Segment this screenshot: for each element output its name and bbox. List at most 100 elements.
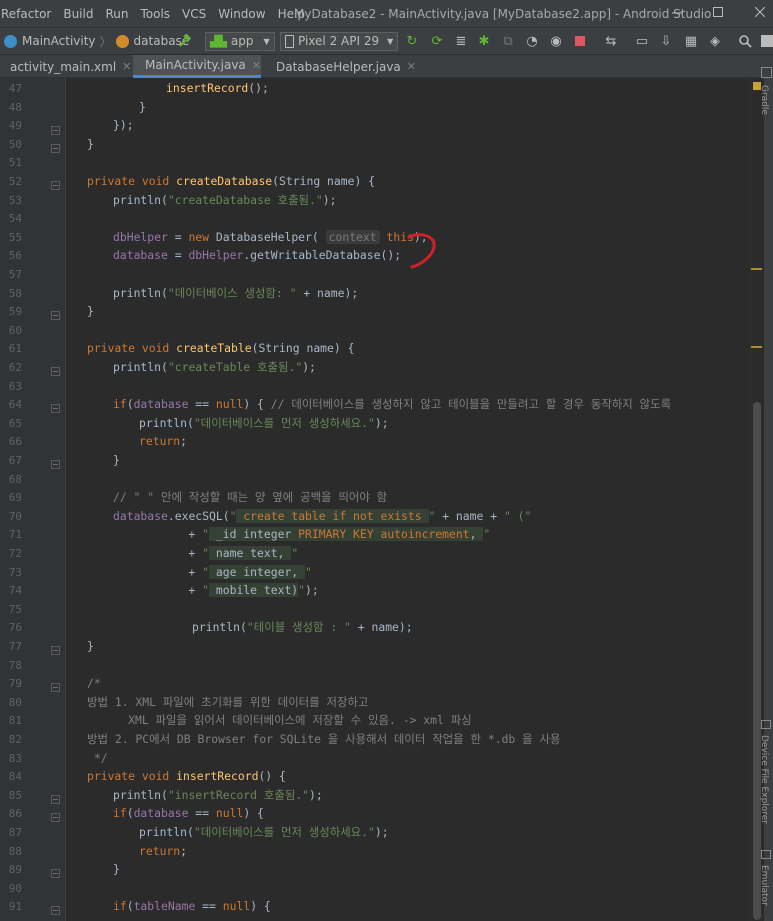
device-select[interactable]: Pixel 2 API 29 ▼ <box>280 28 399 54</box>
fold-icon[interactable] <box>51 906 60 915</box>
code-line: 방법 1. XML 파일에 초기화를 위한 데이터를 저장하고 <box>87 694 369 709</box>
line-number: 77 <box>8 640 22 653</box>
code-line: if(database == null) { // 데이터베이스를 생성하지 않… <box>113 397 672 412</box>
line-number: 75 <box>8 602 22 616</box>
vertical-scrollbar[interactable] <box>753 402 761 920</box>
line-number: 63 <box>8 379 22 393</box>
code-line: } <box>113 862 120 877</box>
tab-main-activity[interactable]: MainActivity.java ✕ <box>133 55 261 78</box>
close-tab-icon[interactable]: ✕ <box>407 60 416 73</box>
sdk-manager-icon[interactable]: ⇩ <box>657 32 675 50</box>
fold-icon[interactable] <box>51 311 60 320</box>
sync-icon[interactable]: ⇆ <box>602 32 620 50</box>
line-number: 89 <box>8 863 22 877</box>
code-line: println("데이터베이스를 먼저 생성하세요."); <box>139 415 389 430</box>
menu-vcs[interactable]: VCS <box>176 7 212 21</box>
phone-icon <box>285 34 294 48</box>
apply-code-icon[interactable]: ≣ <box>452 32 470 50</box>
gradle-panel-label[interactable]: Gradle <box>759 85 769 115</box>
android-icon: ▟▙ <box>210 34 227 48</box>
fold-icon[interactable] <box>51 181 60 190</box>
coverage-icon[interactable]: ◉ <box>547 32 565 50</box>
line-number: 88 <box>8 844 22 858</box>
avd-manager-icon[interactable]: ▭ <box>633 32 651 50</box>
menu-window[interactable]: Window <box>212 7 271 21</box>
run-config-select[interactable]: ▟▙ app ▼ <box>205 28 275 54</box>
code-line: } <box>87 639 94 653</box>
line-number: 58 <box>8 286 22 300</box>
line-number: 80 <box>8 695 22 709</box>
line-number: 52 <box>8 175 22 188</box>
close-tab-icon[interactable]: ✕ <box>252 59 261 72</box>
line-number: 83 <box>8 751 22 765</box>
code-line: + " age integer, " <box>113 564 312 579</box>
chevron-right-icon: 〉 <box>99 34 112 49</box>
breadcrumb-class[interactable]: MainActivity <box>22 34 96 48</box>
line-number: 91 <box>8 900 22 914</box>
line-number: 78 <box>8 658 22 672</box>
apply-changes-icon[interactable]: ⟳ <box>428 32 446 50</box>
fold-icon[interactable] <box>51 144 60 153</box>
line-number: 50 <box>8 137 22 151</box>
field-icon <box>115 34 129 48</box>
dropdown-arrow-icon: ▼ <box>263 36 270 46</box>
breadcrumb: MainActivity 〉 database <box>4 28 189 54</box>
tab-activity-main[interactable]: activity_main.xml ✕ <box>4 55 131 78</box>
line-number: 84 <box>8 770 22 784</box>
search-icon[interactable] <box>736 32 754 50</box>
emulator-icon[interactable] <box>761 850 771 859</box>
avatar[interactable] <box>758 32 773 50</box>
line-number: 76 <box>8 621 22 635</box>
debug-icon[interactable]: ✱ <box>475 32 493 50</box>
fold-icon[interactable] <box>51 683 60 692</box>
device-label: Pixel 2 API 29 <box>298 34 380 48</box>
menu-tools[interactable]: Tools <box>134 7 176 21</box>
code-line: println("createTable 호출됨."); <box>113 360 316 374</box>
tab-label: DatabaseHelper.java <box>276 59 401 74</box>
fold-icon[interactable] <box>51 367 60 376</box>
fold-icon[interactable] <box>51 869 60 878</box>
line-number: 48 <box>8 100 22 114</box>
minimize-icon[interactable] <box>664 0 690 28</box>
line-number: 49 <box>8 119 22 133</box>
close-tab-icon[interactable]: ✕ <box>122 60 131 73</box>
fold-icon[interactable] <box>51 646 60 655</box>
menu-bar: Refactor Build Run Tools VCS Window Help… <box>0 0 773 28</box>
code-line: println("테이블 생성함 : " + name); <box>192 620 413 635</box>
rerun-icon[interactable]: ↻ <box>403 32 421 50</box>
code-line: */ <box>87 750 108 765</box>
fold-icon[interactable] <box>51 126 60 135</box>
code-editor[interactable]: insertRecord(); } }); } private void cre… <box>66 78 750 921</box>
code-line: } <box>87 304 94 319</box>
fold-icon[interactable] <box>51 460 60 469</box>
device-file-explorer-label[interactable]: Device File Explorer <box>759 735 769 824</box>
warning-marker[interactable] <box>751 268 762 270</box>
code-line: XML 파일을 읽어서 데이터베이스에 저장할 수 있음. -> xml 파싱 <box>87 713 472 728</box>
maximize-icon[interactable] <box>705 0 731 28</box>
tab-database-helper[interactable]: DatabaseHelper.java ✕ <box>270 55 416 78</box>
code-line: private void createDatabase(String name)… <box>87 174 376 188</box>
layout-inspector-icon[interactable]: ▦ <box>682 32 700 50</box>
resource-manager-icon[interactable]: ◈ <box>706 32 724 50</box>
menu-refactor[interactable]: Refactor <box>0 7 57 21</box>
line-number: 71 <box>8 528 22 542</box>
fold-icon[interactable] <box>51 813 60 822</box>
editor-gutter[interactable]: 47 48 49 50 51 52 53 54 55 56 57 58 59 6… <box>0 78 66 921</box>
fold-icon[interactable] <box>51 795 60 804</box>
menu-build[interactable]: Build <box>57 7 99 21</box>
profile-icon[interactable]: ◔ <box>523 32 541 50</box>
device-file-explorer-icon[interactable] <box>761 720 771 729</box>
line-number: 79 <box>8 677 22 691</box>
gradle-icon[interactable] <box>761 67 772 78</box>
menu-run[interactable]: Run <box>99 7 134 21</box>
fold-icon[interactable] <box>51 404 60 413</box>
hammer-icon[interactable] <box>176 32 194 50</box>
line-number: 59 <box>8 305 22 319</box>
code-line: insertRecord(); <box>166 81 269 95</box>
close-icon[interactable] <box>747 0 773 28</box>
tab-label: activity_main.xml <box>10 59 117 74</box>
emulator-panel-label[interactable]: Emulator <box>759 865 769 906</box>
stop-icon[interactable] <box>571 32 589 50</box>
attach-debugger-icon[interactable]: ⧉ <box>499 32 517 50</box>
warning-marker[interactable] <box>751 346 762 348</box>
